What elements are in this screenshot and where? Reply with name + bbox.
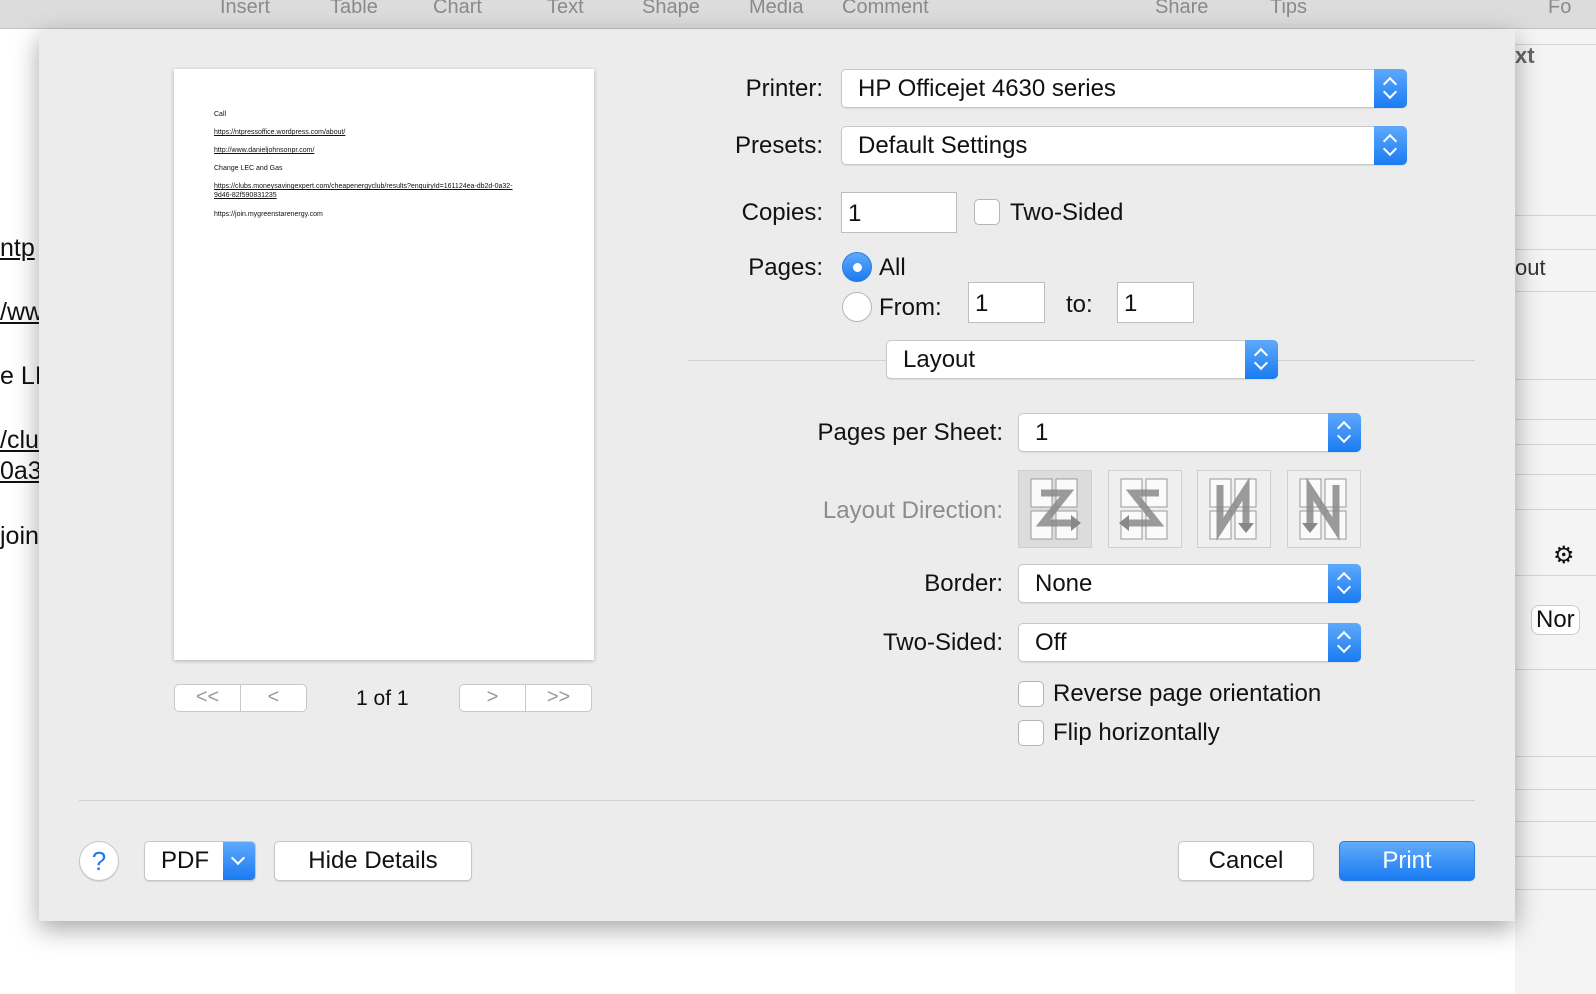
stepper-icon bbox=[1374, 69, 1407, 108]
s-direction-icon bbox=[1119, 478, 1168, 540]
printer-label: Printer: bbox=[745, 75, 823, 102]
bg-doc-text: /ww bbox=[0, 298, 44, 326]
print-button[interactable]: Print bbox=[1339, 841, 1475, 881]
flip-horizontally-label: Flip horizontally bbox=[1053, 719, 1220, 746]
pages-label: Pages: bbox=[748, 254, 823, 281]
copies-input[interactable]: 1 bbox=[841, 192, 957, 233]
bg-doc-text: e LI bbox=[0, 362, 42, 390]
toolbar-shape[interactable]: Shape bbox=[642, 0, 700, 19]
bg-doc-text: /clul bbox=[0, 426, 45, 454]
app-toolbar: Insert Table Chart Text Shape Media Comm… bbox=[0, 0, 1596, 29]
pages-from-label: From: bbox=[879, 294, 942, 321]
reverse-orientation-checkbox[interactable] bbox=[1018, 681, 1044, 707]
two-sided-layout-label: Two-Sided: bbox=[882, 629, 1003, 656]
layout-direction-label: Layout Direction: bbox=[822, 497, 1003, 524]
toolbar-text[interactable]: Text bbox=[547, 0, 584, 19]
help-button[interactable]: ? bbox=[79, 841, 119, 881]
preview-line: Change LEC and Gas bbox=[214, 165, 283, 172]
page-preview: Call https://ntpressoffice.wordpress.com… bbox=[174, 69, 594, 660]
format-sidebar: xt out ⚙ Nor bbox=[1515, 29, 1596, 994]
pages-from-radio[interactable] bbox=[842, 292, 872, 322]
two-sided-checkbox[interactable] bbox=[974, 199, 1000, 225]
section-value: Layout bbox=[903, 346, 976, 373]
layout-direction-s-button[interactable] bbox=[1108, 470, 1182, 548]
sidebar-tab-text[interactable]: xt bbox=[1515, 43, 1535, 69]
printer-value: HP Officejet 4630 series bbox=[858, 75, 1116, 102]
z-direction-icon bbox=[1030, 478, 1081, 540]
border-select[interactable]: None bbox=[1018, 564, 1361, 603]
toolbar-media[interactable]: Media bbox=[749, 0, 803, 19]
layout-direction-n-reverse-button[interactable] bbox=[1197, 470, 1271, 548]
toolbar-comment[interactable]: Comment bbox=[842, 0, 929, 19]
border-value: None bbox=[1035, 570, 1093, 597]
preview-line: Call bbox=[214, 111, 227, 118]
preview-line: https://ntpressoffice.wordpress.com/abou… bbox=[214, 129, 346, 136]
pages-to-label: to: bbox=[1066, 291, 1093, 318]
preview-line: http://www.danieljohnsonpr.com/ bbox=[214, 147, 315, 154]
pages-per-sheet-label: Pages per Sheet: bbox=[817, 419, 1003, 446]
copies-label: Copies: bbox=[741, 199, 823, 226]
toolbar-table[interactable]: Table bbox=[330, 0, 378, 19]
stepper-icon bbox=[1328, 564, 1361, 603]
printer-select[interactable]: HP Officejet 4630 series bbox=[841, 69, 1407, 108]
two-sided-select[interactable]: Off bbox=[1018, 623, 1361, 662]
pages-per-sheet-value: 1 bbox=[1035, 419, 1049, 446]
chevron-down-icon bbox=[223, 842, 255, 880]
last-page-button[interactable]: >> bbox=[525, 684, 592, 712]
pdf-label: PDF bbox=[161, 847, 209, 874]
toolbar-tips[interactable]: Tips bbox=[1270, 0, 1307, 19]
border-label: Border: bbox=[924, 570, 1003, 597]
sidebar-layout-label: out bbox=[1515, 255, 1546, 280]
toolbar-insert[interactable]: Insert bbox=[220, 0, 270, 19]
pdf-menu-button[interactable]: PDF bbox=[144, 841, 256, 881]
stepper-icon bbox=[1245, 340, 1278, 379]
preview-line: https://join.mygreenstarenergy.com bbox=[214, 211, 323, 218]
prev-page-button[interactable]: < bbox=[240, 684, 307, 712]
section-select[interactable]: Layout bbox=[886, 340, 1278, 379]
reverse-orientation-label: Reverse page orientation bbox=[1053, 680, 1322, 707]
bg-doc-text: ntp bbox=[0, 234, 35, 262]
stepper-icon bbox=[1374, 126, 1407, 165]
next-page-button[interactable]: > bbox=[459, 684, 526, 712]
n-reverse-direction-icon bbox=[1209, 477, 1257, 541]
toolbar-chart[interactable]: Chart bbox=[433, 0, 482, 19]
presets-value: Default Settings bbox=[858, 132, 1028, 159]
bg-doc-text: join bbox=[0, 522, 39, 550]
style-popup[interactable]: Nor bbox=[1531, 605, 1580, 635]
page-indicator: 1 of 1 bbox=[356, 687, 409, 710]
layout-direction-n-button[interactable] bbox=[1287, 470, 1361, 548]
n-direction-icon bbox=[1299, 477, 1347, 541]
pages-all-label: All bbox=[879, 254, 906, 281]
two-sided-value: Off bbox=[1035, 629, 1067, 656]
cancel-button[interactable]: Cancel bbox=[1178, 841, 1314, 881]
stepper-icon bbox=[1328, 623, 1361, 662]
toolbar-share[interactable]: Share bbox=[1155, 0, 1208, 19]
pages-from-input[interactable]: 1 bbox=[968, 282, 1045, 323]
two-sided-label: Two-Sided bbox=[1010, 199, 1124, 226]
stepper-icon bbox=[1328, 413, 1361, 452]
first-page-button[interactable]: << bbox=[174, 684, 241, 712]
hide-details-button[interactable]: Hide Details bbox=[274, 841, 472, 881]
pages-to-input[interactable]: 1 bbox=[1117, 282, 1194, 323]
presets-select[interactable]: Default Settings bbox=[841, 126, 1407, 165]
layout-direction-z-button[interactable] bbox=[1018, 470, 1092, 548]
preview-line: https://clubs.moneysavingexpert.com/chea… bbox=[214, 183, 513, 199]
gear-icon[interactable]: ⚙ bbox=[1553, 541, 1575, 570]
footer-divider bbox=[79, 800, 1475, 801]
pages-per-sheet-select[interactable]: 1 bbox=[1018, 413, 1361, 452]
pages-all-radio[interactable] bbox=[842, 252, 872, 282]
flip-horizontally-checkbox[interactable] bbox=[1018, 720, 1044, 746]
print-dialog: Call https://ntpressoffice.wordpress.com… bbox=[39, 30, 1515, 921]
presets-label: Presets: bbox=[734, 132, 823, 159]
toolbar-format[interactable]: Fo bbox=[1548, 0, 1571, 19]
